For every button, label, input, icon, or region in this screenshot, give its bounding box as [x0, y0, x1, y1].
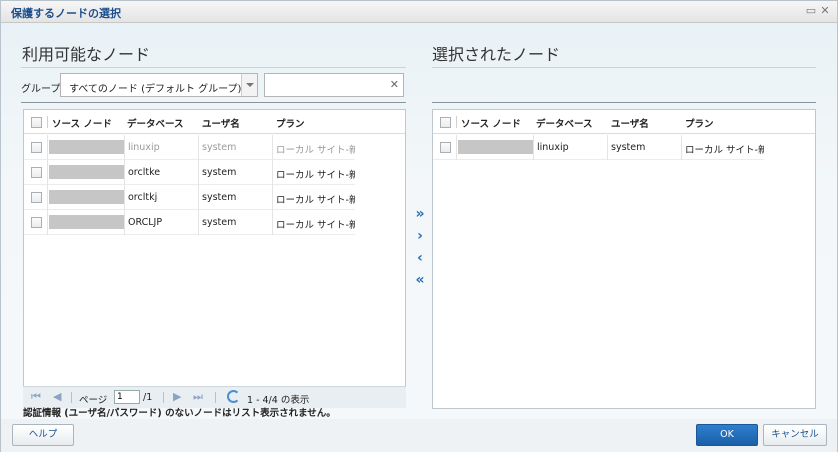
last-page-icon[interactable]: ⏭: [193, 391, 203, 403]
selected-nodes-title: 選択されたノード: [432, 45, 561, 64]
cancel-button[interactable]: キャンセル: [763, 424, 827, 446]
masked-source-node: [458, 140, 533, 154]
display-count: 1 - 4/4 の表示: [247, 395, 310, 406]
database-cell: linuxip: [537, 142, 569, 153]
refresh-icon[interactable]: [227, 390, 240, 403]
row-checkbox[interactable]: [440, 142, 451, 153]
user-cell: system: [202, 167, 237, 178]
clear-icon[interactable]: ✕: [390, 79, 399, 91]
row-checkbox[interactable]: [31, 142, 42, 153]
filter-divider: [21, 102, 406, 103]
masked-source-node: [49, 190, 124, 204]
chevron-down-icon[interactable]: [241, 74, 257, 96]
user-cell: system: [202, 217, 237, 228]
row-checkbox[interactable]: [31, 167, 42, 178]
database-cell: orcltkj: [128, 192, 158, 203]
row-checkbox[interactable]: [31, 217, 42, 228]
row-checkbox[interactable]: [31, 192, 42, 203]
available-title-divider: [21, 67, 406, 68]
selected-divider: [432, 102, 816, 103]
pager-separator: [163, 392, 164, 403]
move-right-icon[interactable]: ›: [412, 228, 428, 244]
select-nodes-dialog: 保護するノードの選択 ▭ ✕ 利用可能なノード グループ すべてのノード (デフ…: [0, 0, 838, 452]
pager-separator: [215, 392, 216, 403]
previous-page-icon[interactable]: ◀: [53, 391, 61, 403]
select-all-checkbox[interactable]: [440, 117, 451, 128]
page-number-input[interactable]: [114, 390, 140, 404]
column-source-node[interactable]: ソース ノード: [52, 116, 112, 130]
available-nodes-grid: ソース ノード データベース ユーザ名 プラン linuxip system ロ…: [23, 109, 406, 387]
pager-separator: [71, 392, 72, 403]
plan-cell: ローカル サイト-新規: [276, 195, 355, 206]
plan-cell: ローカル サイト-新規: [276, 170, 355, 181]
column-database[interactable]: データベース: [536, 116, 593, 130]
database-cell: linuxip: [128, 142, 160, 153]
table-row[interactable]: orcltkj system ローカル サイト-新規: [24, 185, 355, 210]
table-row[interactable]: orcltke system ローカル サイト-新規: [24, 160, 355, 185]
plan-cell: ローカル サイト-新規: [685, 145, 764, 156]
header-separator: [47, 116, 48, 128]
column-user-name[interactable]: ユーザ名: [202, 116, 240, 130]
table-row[interactable]: ORCLJP system ローカル サイト-新規: [24, 210, 355, 235]
minimize-icon[interactable]: ▭: [805, 5, 817, 17]
table-row[interactable]: linuxip system ローカル サイト-新規: [24, 135, 355, 160]
column-plan[interactable]: プラン: [276, 116, 305, 130]
available-nodes-title: 利用可能なノード: [22, 45, 151, 64]
next-page-icon[interactable]: ▶: [173, 391, 181, 403]
masked-source-node: [49, 165, 124, 179]
database-cell: ORCLJP: [128, 217, 163, 228]
ok-button[interactable]: OK: [696, 424, 758, 446]
plan-cell: ローカル サイト-新規: [276, 220, 355, 231]
selected-title-divider: [432, 67, 816, 68]
masked-source-node: [49, 140, 124, 154]
button-bar: ヘルプ OK キャンセル: [1, 419, 837, 452]
search-input[interactable]: [265, 74, 385, 96]
header-separator: [456, 116, 457, 128]
grid-header: ソース ノード データベース ユーザ名 プラン: [433, 110, 815, 134]
select-all-checkbox[interactable]: [31, 117, 42, 128]
grid-header: ソース ノード データベース ユーザ名 プラン: [24, 110, 405, 134]
move-all-right-icon[interactable]: »: [412, 206, 428, 222]
selected-nodes-grid: ソース ノード データベース ユーザ名 プラン linuxip system ロ…: [432, 109, 816, 409]
page-label: ページ: [79, 395, 108, 406]
group-label: グループ: [21, 84, 61, 95]
page-total: /1: [143, 392, 153, 403]
user-cell: system: [611, 142, 646, 153]
first-page-icon[interactable]: ⏮: [31, 391, 41, 403]
column-plan[interactable]: プラン: [685, 116, 714, 130]
database-cell: orcltke: [128, 167, 161, 178]
table-row[interactable]: linuxip system ローカル サイト-新規: [433, 135, 764, 160]
group-select[interactable]: すべてのノード (デフォルト グループ): [60, 73, 258, 97]
search-box[interactable]: ✕: [264, 73, 404, 97]
column-source-node[interactable]: ソース ノード: [461, 116, 521, 130]
column-user-name[interactable]: ユーザ名: [611, 116, 649, 130]
title-bar: 保護するノードの選択 ▭ ✕: [1, 1, 837, 23]
column-database[interactable]: データベース: [127, 116, 184, 130]
move-all-left-icon[interactable]: «: [412, 272, 428, 288]
move-left-icon[interactable]: ‹: [412, 250, 428, 266]
user-cell: system: [202, 192, 237, 203]
plan-cell: ローカル サイト-新規: [276, 145, 355, 156]
close-icon[interactable]: ✕: [819, 5, 831, 17]
dialog-title: 保護するノードの選択: [11, 7, 121, 20]
user-cell: system: [202, 142, 237, 153]
help-button[interactable]: ヘルプ: [12, 424, 74, 446]
masked-source-node: [49, 215, 124, 229]
group-select-value: すべてのノード (デフォルト グループ): [69, 84, 242, 95]
credentials-note: 認証情報 (ユーザ名/パスワード) のないノードはリスト表示されません。: [23, 408, 336, 419]
